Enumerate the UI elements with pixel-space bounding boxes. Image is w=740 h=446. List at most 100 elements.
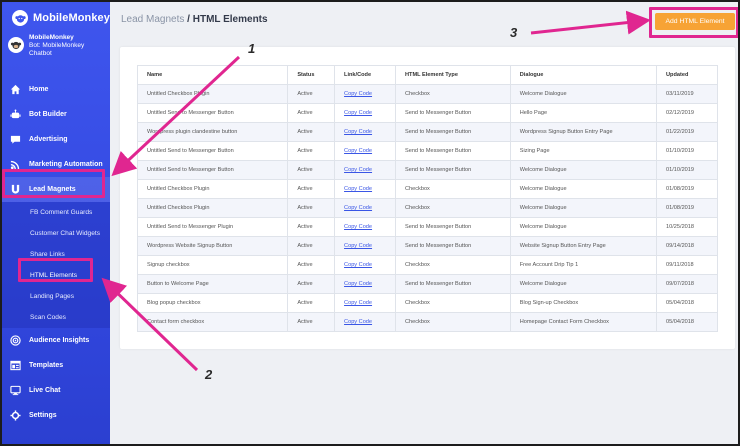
breadcrumb-parent[interactable]: Lead Magnets [121, 14, 184, 25]
robot-icon [9, 109, 21, 121]
sidebar-item-live-chat[interactable]: Live Chat [2, 378, 110, 403]
cell-status: Active [287, 293, 336, 313]
table-row[interactable]: Untitled Send to Messenger Plugin Active C… [136, 217, 718, 237]
copy-code-link[interactable]: Copy Code [344, 110, 372, 116]
copy-code-link[interactable]: Copy Code [344, 91, 372, 97]
table-row[interactable]: Untitled Send to Messenger Button Active C… [136, 103, 718, 123]
cell-updated: 01/22/2019 [656, 122, 718, 142]
add-html-element-button[interactable]: Add HTML Element [655, 13, 735, 30]
cell-status: Active [287, 312, 336, 332]
table-row[interactable]: Untitled Checkbox Plugin Active Copy Code C… [136, 179, 718, 199]
brand[interactable]: MobileMonkey [12, 10, 110, 26]
cell-type: Checkbox [394, 255, 511, 275]
sidebar: MobileMonkey MobileMonkey Bot: MobileMon… [2, 2, 110, 444]
cell-type: Send to Messenger Button [394, 160, 511, 180]
arrow-3 [530, 10, 651, 35]
table-row[interactable]: Contact form checkbox Active Copy Code Chec… [136, 312, 718, 332]
cell-name: Untitled Checkbox Plugin [136, 84, 289, 104]
bot-name-line1: Bot: MobileMonkey [29, 42, 85, 49]
copy-code-link[interactable]: Copy Code [344, 300, 372, 306]
column-header-name[interactable]: Name [136, 65, 289, 85]
table-row[interactable]: Untitled Checkbox Plugin Active Copy Code C… [136, 198, 718, 218]
copy-code-link[interactable]: Copy Code [344, 281, 372, 287]
column-header-type[interactable]: HTML Element Type [394, 65, 511, 85]
cell-status: Active [287, 141, 336, 161]
cell-updated: 02/12/2019 [656, 103, 718, 123]
broadcast-icon [9, 159, 21, 171]
copy-code-link[interactable]: Copy Code [344, 186, 372, 192]
sidebar-subitem-share-links[interactable]: Share Links [2, 244, 110, 265]
cell-status: Active [287, 255, 336, 275]
cell-dialogue: Wordpress Signup Button Entry Page [509, 122, 658, 142]
copy-code-link[interactable]: Copy Code [344, 243, 372, 249]
copy-code-link[interactable]: Copy Code [344, 148, 372, 154]
cell-type: Checkbox [394, 198, 511, 218]
table-row[interactable]: Untitled Checkbox Plugin Active Copy Code C… [136, 84, 718, 104]
column-header-status[interactable]: Status [287, 65, 336, 85]
sidebar-subitem-fb-comment-guards[interactable]: FB Comment Guards [2, 202, 110, 223]
sidebar-subitem-scan-codes[interactable]: Scan Codes [2, 307, 110, 328]
sidebar-item-templates[interactable]: Templates [2, 353, 110, 378]
table-row[interactable]: Signup checkbox Active Copy Code Checkbox Fr… [136, 255, 718, 275]
cell-dialogue: Welcome Dialogue [509, 160, 658, 180]
cell-name: Blog popup checkbox [136, 293, 289, 313]
cell-link: Copy Code [334, 312, 396, 332]
cell-updated: 01/10/2019 [656, 141, 718, 161]
sidebar-item-lead-magnets[interactable]: Lead Magnets [2, 177, 110, 202]
cell-status: Active [287, 179, 336, 199]
cell-name: Untitled Send to Messenger Button [136, 141, 289, 161]
annotation-number-2: 2 [205, 367, 213, 382]
cell-link: Copy Code [334, 122, 396, 142]
cell-type: Checkbox [394, 84, 511, 104]
table-row[interactable]: Wordpress plugin clandestine button Activ… [136, 122, 718, 142]
account-switcher[interactable]: MobileMonkey Bot: MobileMonkey Chatbot [8, 34, 84, 58]
cell-updated: 03/11/2019 [656, 84, 718, 104]
cell-updated: 09/07/2018 [656, 274, 718, 294]
templates-icon [9, 360, 21, 372]
table-row[interactable]: Button to Welcome Page Active Copy Code Sen… [136, 274, 718, 294]
target-icon [9, 335, 21, 347]
cell-dialogue: Welcome Dialogue [509, 274, 658, 294]
copy-code-link[interactable]: Copy Code [344, 205, 372, 211]
copy-code-link[interactable]: Copy Code [344, 319, 372, 325]
cell-dialogue: Website Signup Button Entry Page [509, 236, 658, 256]
table-row[interactable]: Untitled Send to Messenger Button Active C… [136, 141, 718, 161]
cell-updated: 10/25/2018 [656, 217, 718, 237]
lead-magnets-submenu: FB Comment Guards Customer Chat Widgets … [2, 202, 110, 328]
sidebar-item-bot-builder[interactable]: Bot Builder [2, 102, 110, 127]
table-row[interactable]: Wordpress Website Signup Button Active Cop… [136, 236, 718, 256]
table-row[interactable]: Blog popup checkbox Active Copy Code Checkb… [136, 293, 718, 313]
sidebar-subitem-html-elements[interactable]: HTML Elements [2, 265, 110, 286]
cell-name: Contact form checkbox [136, 312, 289, 332]
table-row[interactable]: Untitled Send to Messenger Button Active C… [136, 160, 718, 180]
sidebar-item-marketing-automation[interactable]: Marketing Automation [2, 152, 110, 177]
cell-updated: 01/10/2019 [656, 160, 718, 180]
column-header-link[interactable]: Link/Code [334, 65, 396, 85]
cell-name: Signup checkbox [136, 255, 289, 275]
copy-code-link[interactable]: Copy Code [344, 167, 372, 173]
gear-icon [9, 410, 21, 422]
sidebar-item-settings[interactable]: Settings [2, 403, 110, 428]
sidebar-item-home[interactable]: Home [2, 77, 110, 102]
copy-code-link[interactable]: Copy Code [344, 129, 372, 135]
copy-code-link[interactable]: Copy Code [344, 224, 372, 230]
cell-name: Untitled Checkbox Plugin [136, 198, 289, 218]
cell-type: Send to Messenger Button [394, 217, 511, 237]
cell-link: Copy Code [334, 103, 396, 123]
cell-status: Active [287, 122, 336, 142]
table-header-row: Name Status Link/Code HTML Element Type … [136, 65, 718, 85]
sidebar-subitem-landing-pages[interactable]: Landing Pages [2, 286, 110, 307]
bot-name-line2: Chatbot [29, 50, 52, 57]
column-header-updated[interactable]: Updated [656, 65, 718, 85]
sidebar-item-advertising[interactable]: Advertising [2, 127, 110, 152]
copy-code-link[interactable]: Copy Code [344, 262, 372, 268]
column-header-dialogue[interactable]: Dialogue [509, 65, 658, 85]
sidebar-subitem-customer-chat-widgets[interactable]: Customer Chat Widgets [2, 223, 110, 244]
cell-type: Send to Messenger Button [394, 122, 511, 142]
cell-dialogue: Welcome Dialogue [509, 84, 658, 104]
cell-type: Send to Messenger Button [394, 103, 511, 123]
cell-type: Checkbox [394, 312, 511, 332]
sidebar-item-audience-insights[interactable]: Audience Insights [2, 328, 110, 353]
cell-status: Active [287, 217, 336, 237]
cell-type: Checkbox [394, 293, 511, 313]
